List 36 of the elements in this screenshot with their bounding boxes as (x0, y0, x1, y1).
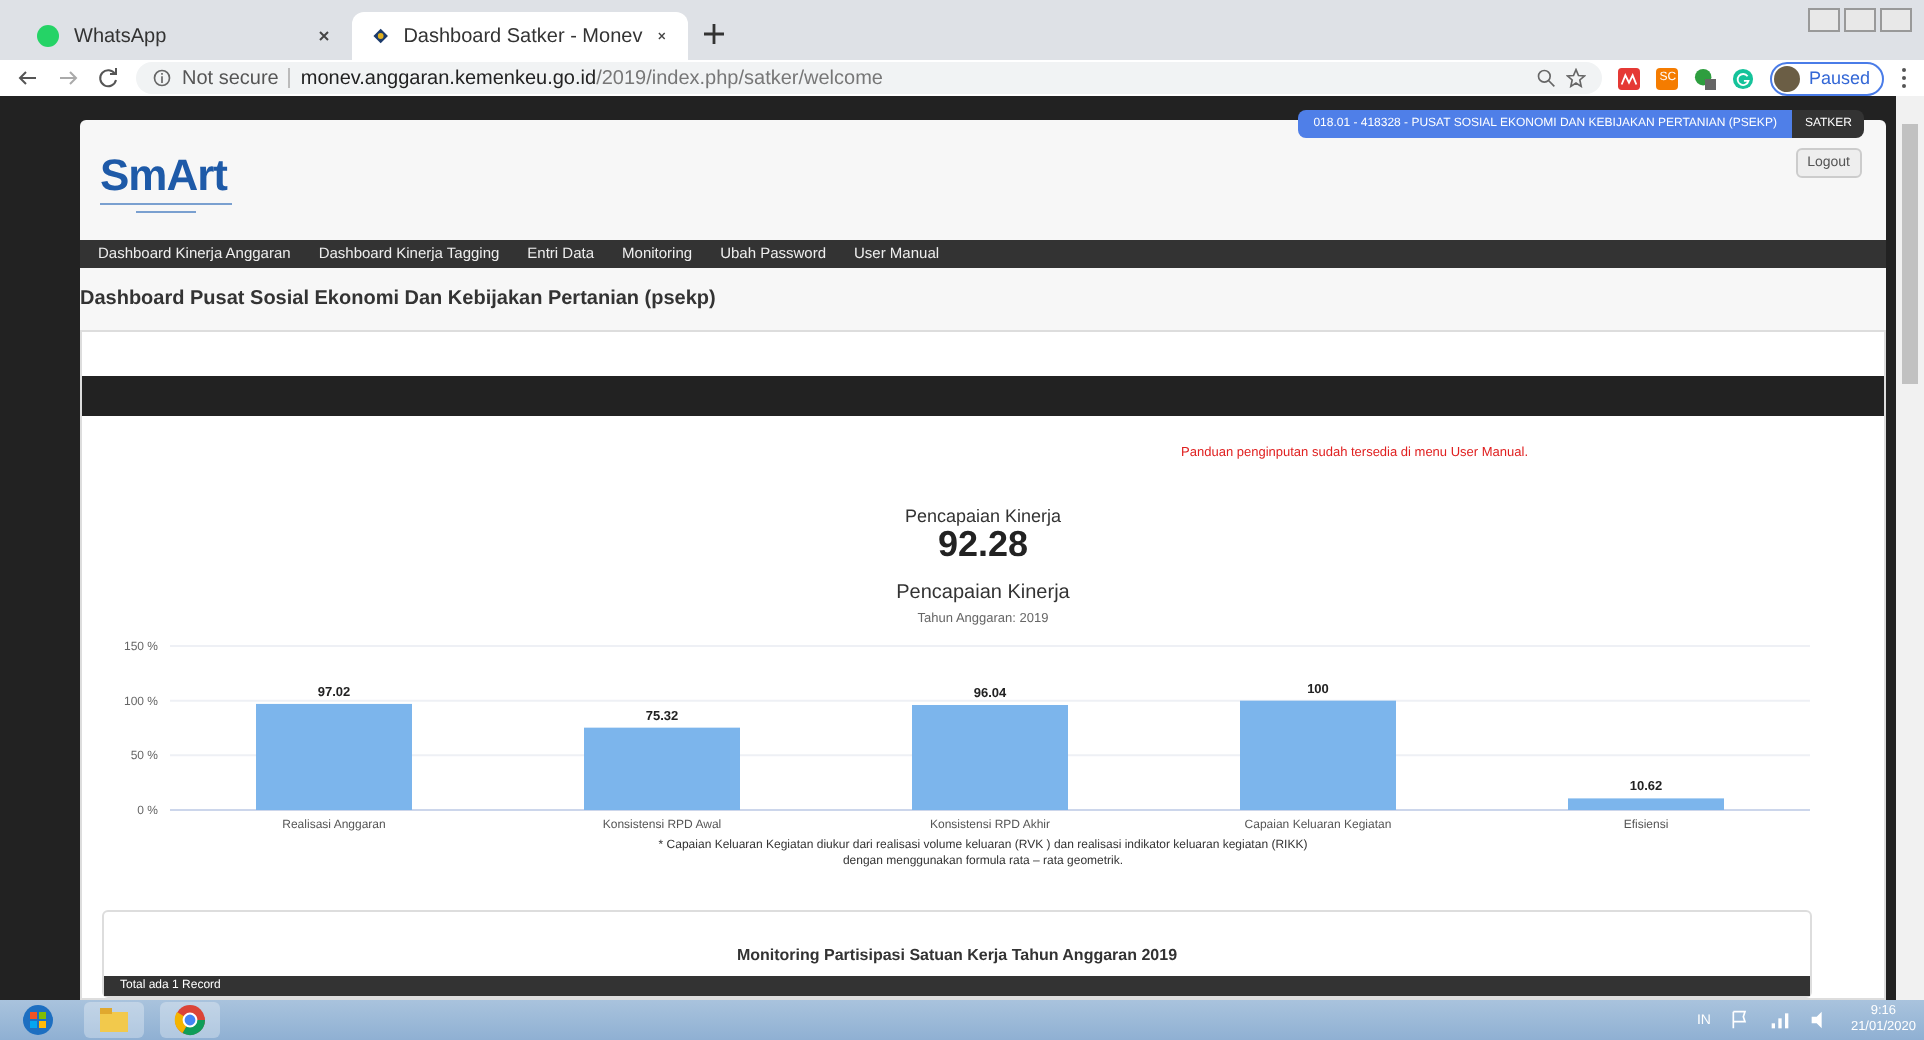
address-bar[interactable]: Not secure monev.anggaran.kemenkeu.go.id/2019/index.php/satker/welcome (136, 62, 1603, 94)
zoom-icon (1536, 68, 1557, 88)
info-icon (152, 68, 172, 88)
logo-tagline-drawing (100, 200, 232, 216)
close-icon (656, 28, 668, 44)
browser-icon (174, 1004, 206, 1036)
grammar-icon (1732, 67, 1755, 89)
close-icon (316, 28, 332, 44)
back-arrow-icon (16, 66, 40, 90)
url-text: monev.anggaran.kemenkeu.go.id/2019/index.php/satker/welcome (300, 67, 883, 89)
signal-icon (1770, 1010, 1791, 1030)
score-value: 92.28 (937, 525, 1029, 562)
extension-icon (1618, 67, 1641, 89)
scrollbar-thumb[interactable] (1902, 124, 1918, 384)
folder-icon (98, 1004, 130, 1036)
minimize-icon[interactable] (1808, 8, 1840, 32)
security-label: Not secure (182, 67, 279, 89)
page-heading: Dashboard Pusat Sosial Ekonomi Dan Kebijakan Pertanian (psekp) (80, 287, 718, 310)
more-icon (1900, 66, 1908, 90)
reload-icon (96, 66, 120, 90)
chat-bubble-icon (36, 24, 60, 48)
chart-title: Pencapaian Kinerja (894, 581, 1072, 604)
new-tab-icon[interactable] (704, 24, 724, 44)
maximize-icon[interactable] (1844, 8, 1876, 32)
browser-tab[interactable]: WhatsApp (16, 12, 352, 60)
start-orb-icon (22, 1004, 54, 1036)
extension-icon (1694, 67, 1717, 89)
close-icon[interactable] (1880, 8, 1912, 32)
logo: SmArt (100, 152, 228, 200)
score-label: Pencapaian Kinerja (902, 505, 1064, 526)
star-icon (1566, 68, 1587, 88)
browser-tab[interactable]: Dashboard Satker - Monev (352, 12, 688, 60)
section-title: Monitoring Partisipasi Satuan Kerja Tahun Anggaran 2019 (734, 945, 1180, 964)
emblem-icon (372, 24, 390, 48)
forward-arrow-icon (56, 66, 80, 90)
flag-icon (1730, 1010, 1751, 1030)
